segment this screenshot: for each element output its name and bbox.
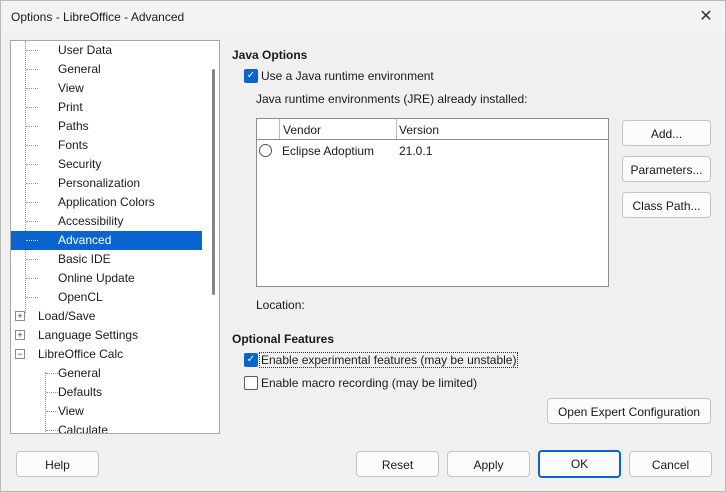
- checkmark-icon: ✓: [246, 70, 256, 81]
- tree-item-opencl[interactable]: OpenCL: [11, 288, 202, 307]
- tree-item-libreoffice-calc[interactable]: − LibreOffice Calc: [11, 345, 202, 364]
- use-jre-checkbox[interactable]: ✓: [244, 69, 258, 83]
- add-button[interactable]: Add...: [622, 120, 711, 146]
- tree-item-language-settings[interactable]: + Language Settings: [11, 326, 202, 345]
- optional-features-heading: Optional Features: [232, 332, 335, 346]
- class-path-button[interactable]: Class Path...: [622, 192, 711, 218]
- tree-item-calc-view[interactable]: View: [11, 402, 202, 421]
- tree-item-personalization[interactable]: Personalization: [11, 174, 202, 193]
- tree-item-view[interactable]: View: [11, 79, 202, 98]
- tree-item-accessibility[interactable]: Accessibility: [11, 212, 202, 231]
- tree-item-print[interactable]: Print: [11, 98, 202, 117]
- jre-table: Vendor Version Eclipse Adoptium 21.0.1: [256, 118, 609, 287]
- tree-item-basic-ide[interactable]: Basic IDE: [11, 250, 202, 269]
- help-button[interactable]: Help: [16, 451, 99, 477]
- title-bar: Options - LibreOffice - Advanced ✕: [1, 1, 725, 33]
- cancel-button[interactable]: Cancel: [629, 451, 712, 477]
- parameters-button[interactable]: Parameters...: [622, 156, 711, 182]
- apply-button[interactable]: Apply: [447, 451, 530, 477]
- experimental-features-checkbox[interactable]: ✓: [244, 353, 258, 367]
- macro-recording-label: Enable macro recording (may be limited): [261, 376, 478, 390]
- jre-vendor-cell: Eclipse Adoptium: [282, 144, 375, 158]
- expand-plus-icon[interactable]: +: [15, 330, 25, 340]
- tree-item-calc-calculate[interactable]: Calculate: [11, 421, 202, 433]
- reset-button[interactable]: Reset: [356, 451, 439, 477]
- expand-plus-icon[interactable]: +: [15, 311, 25, 321]
- vendor-column-header[interactable]: Vendor: [283, 123, 321, 137]
- collapse-minus-icon[interactable]: −: [15, 349, 25, 359]
- tree-item-paths[interactable]: Paths: [11, 117, 202, 136]
- tree-item-calc-defaults[interactable]: Defaults: [11, 383, 202, 402]
- close-icon[interactable]: ✕: [695, 6, 717, 28]
- tree-item-general[interactable]: General: [11, 60, 202, 79]
- tree-scrollbar[interactable]: [212, 69, 215, 295]
- java-options-heading: Java Options: [232, 48, 308, 62]
- tree-item-user-data[interactable]: User Data: [11, 41, 202, 60]
- jre-version-cell: 21.0.1: [399, 144, 433, 158]
- tree-item-online-update[interactable]: Online Update: [11, 269, 202, 288]
- tree-item-security[interactable]: Security: [11, 155, 202, 174]
- tree-item-calc-general[interactable]: General: [11, 364, 202, 383]
- tree-item-fonts[interactable]: Fonts: [11, 136, 202, 155]
- open-expert-configuration-button[interactable]: Open Expert Configuration: [547, 398, 711, 424]
- version-column-header[interactable]: Version: [399, 123, 439, 137]
- jre-row[interactable]: Eclipse Adoptium 21.0.1: [257, 141, 608, 161]
- installed-jre-label: Java runtime environments (JRE) already …: [256, 92, 528, 106]
- ok-button[interactable]: OK: [538, 450, 621, 478]
- jre-table-header: Vendor Version: [257, 119, 608, 140]
- jre-radio-button[interactable]: [259, 144, 272, 157]
- tree-item-application-colors[interactable]: Application Colors: [11, 193, 202, 212]
- tree-item-load-save[interactable]: + Load/Save: [11, 307, 202, 326]
- experimental-features-label: Enable experimental features (may be uns…: [259, 352, 519, 368]
- macro-recording-checkbox[interactable]: [244, 376, 258, 390]
- tree-item-advanced[interactable]: Advanced: [11, 231, 202, 250]
- use-jre-label: Use a Java runtime environment: [261, 69, 434, 83]
- options-tree: User Data General View Print Paths Fonts…: [10, 40, 220, 434]
- options-dialog: Options - LibreOffice - Advanced ✕ User …: [0, 0, 726, 492]
- window-title: Options - LibreOffice - Advanced: [11, 10, 185, 24]
- checkmark-icon: ✓: [246, 354, 256, 365]
- location-label: Location:: [256, 298, 305, 312]
